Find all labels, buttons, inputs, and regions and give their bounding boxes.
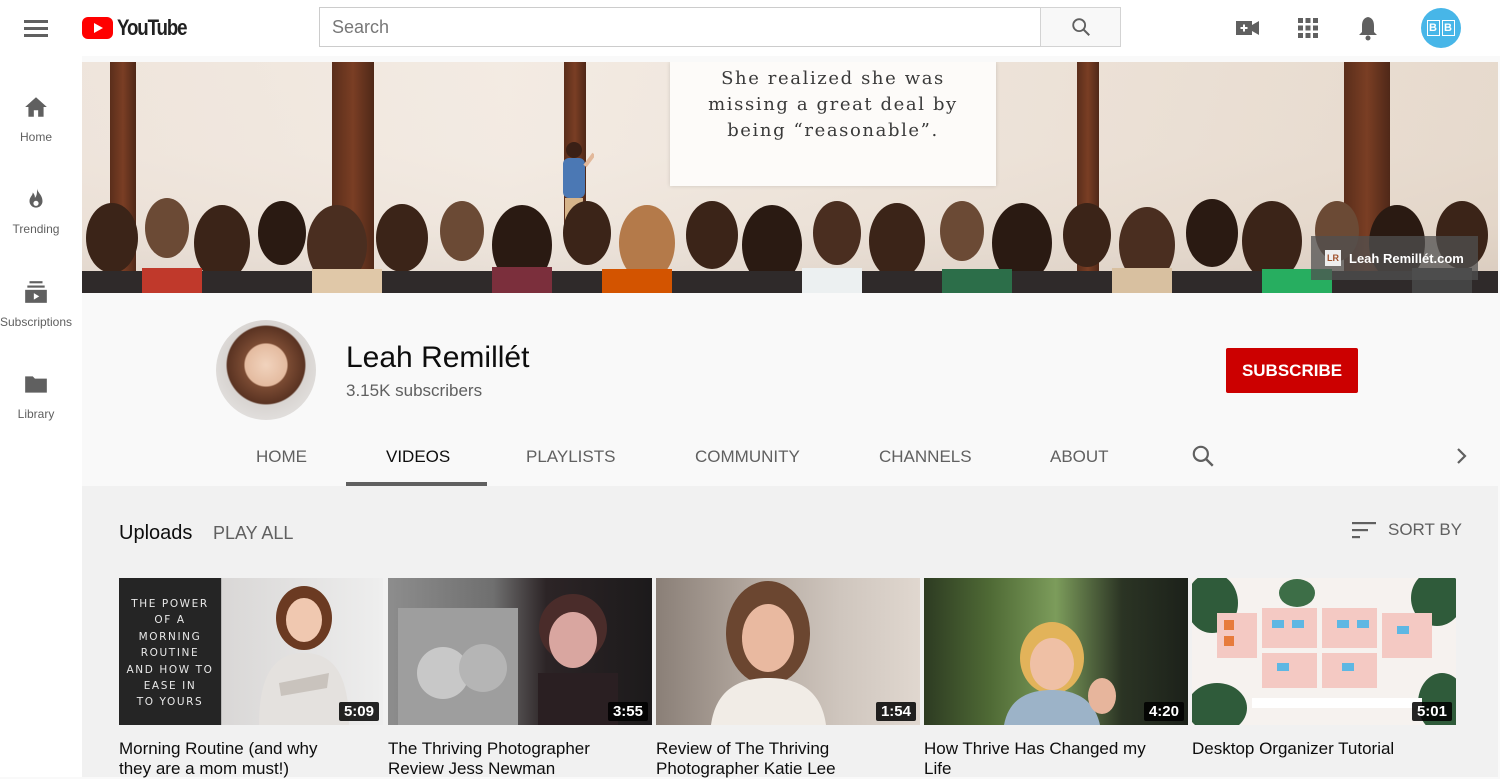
logo-text: YouTube — [117, 15, 188, 40]
uploads-heading: Uploads — [119, 522, 193, 544]
channel-search-icon[interactable] — [1190, 443, 1216, 469]
channel-banner: She realized she was missing a great dea… — [82, 62, 1498, 293]
sort-icon — [1352, 522, 1376, 539]
video-duration: 5:01 — [1411, 702, 1452, 721]
home-icon — [25, 97, 47, 117]
thumbnail-text-line: AND HOW TO — [126, 663, 214, 676]
tab-videos[interactable]: VIDEOS — [386, 447, 450, 467]
folder-icon — [25, 376, 47, 393]
subscriptions-icon — [25, 281, 47, 303]
video-thumbnail[interactable]: 4:20 — [924, 578, 1188, 725]
thumbnail-text-line: TO YOURS — [136, 696, 204, 709]
video-duration: 3:55 — [607, 702, 648, 721]
video-title-line: they are a mom must!) — [119, 759, 290, 778]
video-title-line: Life — [924, 759, 952, 778]
video-card[interactable]: 5:01 Desktop Organizer Tutorial — [1192, 578, 1456, 777]
video-duration: 1:54 — [875, 702, 916, 721]
search-bar — [319, 7, 1121, 47]
banner-audience — [82, 198, 1498, 293]
notifications-bell-icon[interactable] — [1357, 10, 1379, 46]
youtube-logo[interactable]: YouTube — [82, 15, 199, 41]
chevron-right-icon[interactable] — [1452, 445, 1472, 467]
tab-community[interactable]: COMMUNITY — [695, 447, 800, 467]
video-title-line: Photographer Katie Lee — [656, 759, 836, 778]
video-title-line: Morning Routine (and why — [119, 739, 318, 758]
thumbnail-text-line: MORNING — [138, 630, 202, 643]
video-thumbnail[interactable]: 5:01 — [1192, 578, 1456, 725]
video-card[interactable]: 1:54 Review of The Thriving Photographer … — [656, 578, 920, 779]
create-video-icon[interactable] — [1235, 10, 1261, 46]
thumbnail-text-line: THE POWER — [131, 598, 209, 610]
sort-by-label: SORT BY — [1388, 520, 1463, 539]
quote-line: being “reasonable”. — [727, 120, 939, 141]
banner-website-text: Leah Remillét.com — [1349, 250, 1464, 266]
video-title-line: Desktop Organizer Tutorial — [1192, 739, 1395, 758]
video-title[interactable]: Review of The Thriving Photographer Katie… — [656, 739, 920, 779]
video-duration: 4:20 — [1143, 702, 1184, 721]
sidebar-item-trending[interactable]: Trending — [0, 178, 72, 250]
flame-icon — [29, 188, 43, 208]
sort-by-button[interactable]: SORT BY — [1352, 520, 1462, 540]
search-icon — [1071, 18, 1090, 36]
youtube-play-icon — [82, 17, 113, 39]
subscriber-count: 3.15K subscribers — [346, 381, 483, 400]
video-card[interactable]: 4:20 How Thrive Has Changed my Life — [924, 578, 1188, 779]
top-bar: YouTube BB — [0, 0, 1500, 56]
video-title-line: The Thriving Photographer — [388, 739, 590, 758]
apps-grid-icon[interactable] — [1297, 10, 1319, 46]
tab-playlists[interactable]: PLAYLISTS — [526, 447, 615, 467]
search-input[interactable] — [319, 7, 1040, 47]
hamburger-menu-icon[interactable] — [20, 14, 52, 42]
banner-website-link[interactable]: LR Leah Remillét.com — [1311, 236, 1478, 280]
sidebar-label-library: Library — [17, 407, 55, 421]
sidebar-item-home[interactable]: Home — [0, 86, 72, 158]
sidebar-label-trending: Trending — [12, 222, 60, 236]
subscribe-button[interactable]: SUBSCRIBE — [1226, 348, 1358, 393]
thumbnail-text-line: EASE IN — [143, 680, 197, 693]
channel-tabs: HOME VIDEOS PLAYLISTS COMMUNITY CHANNELS… — [82, 425, 1498, 486]
video-thumbnail[interactable]: THE POWER OF A MORNING ROUTINE AND HOW T… — [119, 578, 383, 725]
account-avatar[interactable]: BB — [1421, 8, 1461, 48]
thumbnail-text-line: ROUTINE — [140, 647, 200, 660]
video-duration: 5:09 — [338, 702, 379, 721]
banner-quote-sign: She realized she was missing a great dea… — [670, 62, 996, 186]
video-title-line: Review of The Thriving — [656, 739, 830, 758]
video-title-line: Review Jess Newman — [388, 759, 556, 778]
quote-line: missing a great deal by — [708, 94, 958, 115]
sidebar: Home Trending Subscriptions Library — [0, 56, 82, 777]
sidebar-label-subscriptions: Subscriptions — [0, 315, 73, 329]
sidebar-label-home: Home — [19, 130, 52, 144]
quote-line: She realized she was — [721, 68, 945, 89]
leah-remillet-logo: LR — [1325, 250, 1341, 266]
sidebar-item-subscriptions[interactable]: Subscriptions — [0, 271, 72, 343]
video-title[interactable]: How Thrive Has Changed my Life — [924, 739, 1188, 779]
play-all-button[interactable]: PLAY ALL — [213, 523, 293, 544]
thumbnail-text: THE POWER OF A MORNING ROUTINE AND HOW T… — [119, 578, 221, 725]
tab-channels[interactable]: CHANNELS — [879, 447, 972, 467]
video-thumbnail[interactable]: 1:54 — [656, 578, 920, 725]
channel-name: Leah Remillét — [346, 341, 530, 374]
sidebar-item-library[interactable]: Library — [0, 363, 72, 435]
video-thumbnail[interactable]: 3:55 — [388, 578, 652, 725]
tab-about[interactable]: ABOUT — [1050, 447, 1109, 467]
video-title[interactable]: The Thriving Photographer Review Jess New… — [388, 739, 652, 779]
video-title[interactable]: Morning Routine (and why they are a mom m… — [119, 739, 383, 779]
video-card[interactable]: THE POWER OF A MORNING ROUTINE AND HOW T… — [119, 578, 383, 779]
search-button[interactable] — [1040, 7, 1121, 47]
video-card[interactable]: 3:55 The Thriving Photographer Review Jes… — [388, 578, 652, 779]
video-title[interactable]: Desktop Organizer Tutorial — [1192, 739, 1456, 759]
avatar-initial-2: B — [1442, 20, 1455, 36]
channel-header: Leah Remillét 3.15K subscribers SUBSCRIB… — [82, 293, 1498, 486]
tab-home[interactable]: HOME — [256, 447, 307, 467]
thumbnail-text-line: OF A — [154, 614, 186, 627]
uploads-section: Uploads PLAY ALL SORT BY THE POWER OF A … — [82, 486, 1498, 779]
avatar-initial-1: B — [1427, 20, 1440, 36]
video-title-line: How Thrive Has Changed my — [924, 739, 1146, 758]
channel-avatar[interactable] — [216, 320, 316, 420]
